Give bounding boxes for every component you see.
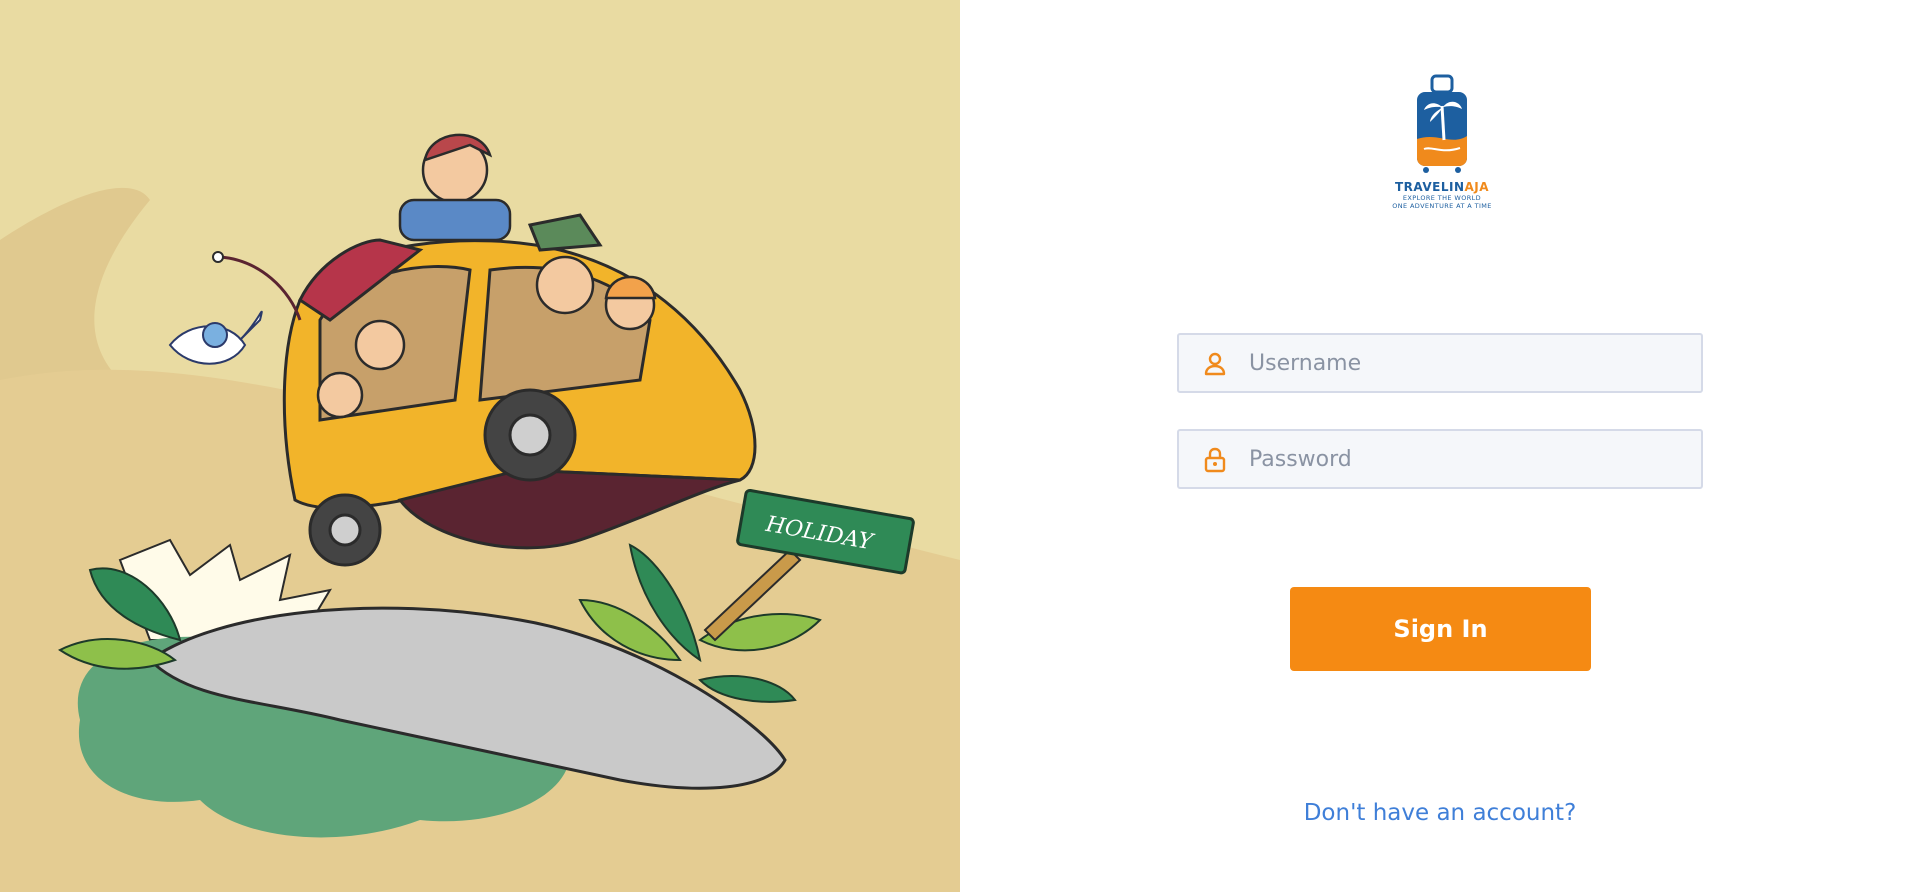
- brand-logo: TRAVELINAJA EXPLORE THE WORLD ONE ADVENT…: [1383, 74, 1501, 214]
- username-field[interactable]: [1177, 333, 1703, 393]
- sign-in-button[interactable]: Sign In: [1290, 587, 1591, 671]
- brand-name: TRAVELINAJA: [1394, 180, 1490, 194]
- password-input[interactable]: [1249, 431, 1689, 487]
- password-field[interactable]: [1177, 429, 1703, 489]
- brand-tagline-2: ONE ADVENTURE AT A TIME: [1392, 202, 1492, 210]
- user-icon: [1204, 352, 1226, 376]
- suitcase-palm-icon: [1417, 74, 1467, 173]
- username-input[interactable]: [1249, 335, 1689, 391]
- lock-icon: [1204, 447, 1226, 473]
- signup-link[interactable]: Don't have an account?: [1240, 800, 1640, 826]
- brand-tagline-1: EXPLORE THE WORLD: [1402, 194, 1482, 202]
- hero-illustration: HOLIDAY: [0, 0, 960, 892]
